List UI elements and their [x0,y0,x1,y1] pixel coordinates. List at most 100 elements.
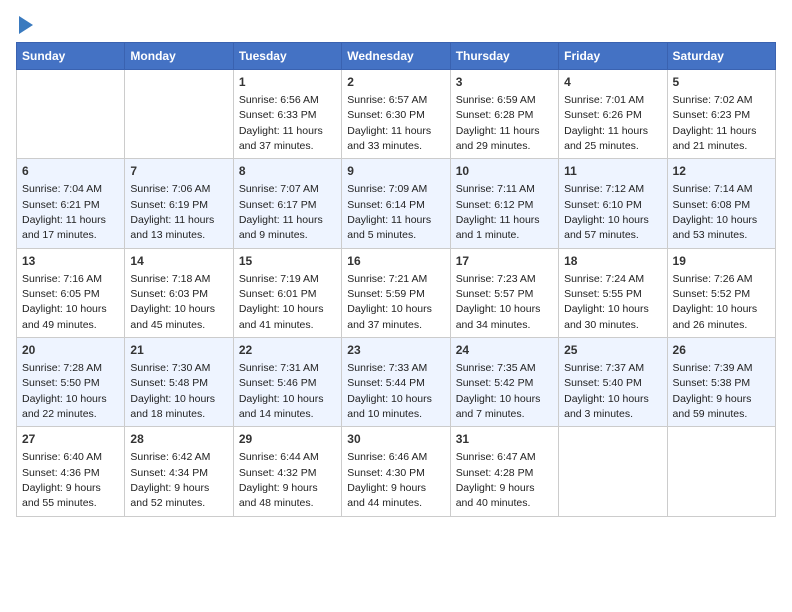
calendar-cell: 20 Sunrise: 7:28 AM Sunset: 5:50 PM Dayli… [17,338,125,427]
calendar-cell: 8Sunrise: 7:07 AM Sunset: 6:17 PM Daylig… [233,159,341,248]
calendar-cell: 6Sunrise: 7:04 AM Sunset: 6:21 PM Daylig… [17,159,125,248]
calendar-cell: 10 Sunrise: 7:11 AM Sunset: 6:12 PM Dayli… [450,159,558,248]
day-details: Sunrise: 7:30 AM Sunset: 5:48 PM Dayligh… [130,362,215,420]
day-details: Sunrise: 7:07 AM Sunset: 6:17 PM Dayligh… [239,183,323,241]
day-number: 16 [347,253,444,270]
calendar-cell: 17 Sunrise: 7:23 AM Sunset: 5:57 PM Dayli… [450,248,558,337]
day-details: Sunrise: 6:42 AM Sunset: 4:34 PM Dayligh… [130,451,210,509]
calendar-table: SundayMondayTuesdayWednesdayThursdayFrid… [16,42,776,517]
day-number: 23 [347,342,444,359]
day-number: 25 [564,342,661,359]
calendar-cell: 26 Sunrise: 7:39 AM Sunset: 5:38 PM Dayli… [667,338,775,427]
day-number: 26 [673,342,770,359]
day-details: Sunrise: 6:57 AM Sunset: 6:30 PM Dayligh… [347,94,431,152]
week-row-3: 13 Sunrise: 7:16 AM Sunset: 6:05 PM Dayli… [17,248,776,337]
calendar-cell: 4 Sunrise: 7:01 AM Sunset: 6:26 PM Daylig… [559,70,667,159]
calendar-cell: 19 Sunrise: 7:26 AM Sunset: 5:52 PM Dayli… [667,248,775,337]
day-number: 13 [22,253,119,270]
day-number: 2 [347,74,444,91]
calendar-cell [559,427,667,516]
day-details: Sunrise: 7:37 AM Sunset: 5:40 PM Dayligh… [564,362,649,420]
day-number: 20 [22,342,119,359]
day-details: Sunrise: 7:23 AM Sunset: 5:57 PM Dayligh… [456,273,541,331]
calendar-cell: 29 Sunrise: 6:44 AM Sunset: 4:32 PM Dayli… [233,427,341,516]
day-details: Sunrise: 7:09 AM Sunset: 6:14 PM Dayligh… [347,183,431,241]
weekday-header-sunday: Sunday [17,43,125,70]
calendar-cell: 27 Sunrise: 6:40 AM Sunset: 4:36 PM Dayli… [17,427,125,516]
calendar-cell: 14Sunrise: 7:18 AM Sunset: 6:03 PM Dayli… [125,248,233,337]
day-details: Sunrise: 7:24 AM Sunset: 5:55 PM Dayligh… [564,273,649,331]
calendar-cell: 22Sunrise: 7:31 AM Sunset: 5:46 PM Dayli… [233,338,341,427]
calendar-cell [17,70,125,159]
weekday-header-tuesday: Tuesday [233,43,341,70]
calendar-cell: 24 Sunrise: 7:35 AM Sunset: 5:42 PM Dayli… [450,338,558,427]
day-number: 15 [239,253,336,270]
weekday-header-wednesday: Wednesday [342,43,450,70]
calendar-cell: 1 Sunrise: 6:56 AM Sunset: 6:33 PM Daylig… [233,70,341,159]
calendar-cell: 15 Sunrise: 7:19 AM Sunset: 6:01 PM Dayli… [233,248,341,337]
day-number: 1 [239,74,336,91]
day-details: Sunrise: 7:31 AM Sunset: 5:46 PM Dayligh… [239,362,324,420]
weekday-header-friday: Friday [559,43,667,70]
calendar-cell: 3Sunrise: 6:59 AM Sunset: 6:28 PM Daylig… [450,70,558,159]
calendar-cell: 13 Sunrise: 7:16 AM Sunset: 6:05 PM Dayli… [17,248,125,337]
day-number: 11 [564,163,661,180]
calendar-cell: 7 Sunrise: 7:06 AM Sunset: 6:19 PM Daylig… [125,159,233,248]
day-number: 29 [239,431,336,448]
day-details: Sunrise: 7:35 AM Sunset: 5:42 PM Dayligh… [456,362,541,420]
day-number: 17 [456,253,553,270]
day-number: 31 [456,431,553,448]
day-details: Sunrise: 6:46 AM Sunset: 4:30 PM Dayligh… [347,451,427,509]
day-number: 3 [456,74,553,91]
day-details: Sunrise: 7:11 AM Sunset: 6:12 PM Dayligh… [456,183,540,241]
day-details: Sunrise: 7:06 AM Sunset: 6:19 PM Dayligh… [130,183,214,241]
day-details: Sunrise: 7:01 AM Sunset: 6:26 PM Dayligh… [564,94,648,152]
calendar-cell [667,427,775,516]
calendar-cell: 12 Sunrise: 7:14 AM Sunset: 6:08 PM Dayli… [667,159,775,248]
day-details: Sunrise: 7:26 AM Sunset: 5:52 PM Dayligh… [673,273,758,331]
day-number: 28 [130,431,227,448]
weekday-header-thursday: Thursday [450,43,558,70]
calendar-cell: 23Sunrise: 7:33 AM Sunset: 5:44 PM Dayli… [342,338,450,427]
weekday-header-saturday: Saturday [667,43,775,70]
day-number: 6 [22,163,119,180]
day-number: 10 [456,163,553,180]
weekday-header-monday: Monday [125,43,233,70]
week-row-5: 27 Sunrise: 6:40 AM Sunset: 4:36 PM Dayli… [17,427,776,516]
calendar-cell: 16 Sunrise: 7:21 AM Sunset: 5:59 PM Dayli… [342,248,450,337]
day-details: Sunrise: 6:47 AM Sunset: 4:28 PM Dayligh… [456,451,536,509]
day-details: Sunrise: 6:44 AM Sunset: 4:32 PM Dayligh… [239,451,319,509]
day-details: Sunrise: 6:40 AM Sunset: 4:36 PM Dayligh… [22,451,102,509]
day-details: Sunrise: 7:19 AM Sunset: 6:01 PM Dayligh… [239,273,324,331]
calendar-cell: 28 Sunrise: 6:42 AM Sunset: 4:34 PM Dayli… [125,427,233,516]
day-details: Sunrise: 7:14 AM Sunset: 6:08 PM Dayligh… [673,183,758,241]
day-details: Sunrise: 6:56 AM Sunset: 6:33 PM Dayligh… [239,94,323,152]
day-details: Sunrise: 7:28 AM Sunset: 5:50 PM Dayligh… [22,362,107,420]
logo [16,16,33,34]
weekday-header-row: SundayMondayTuesdayWednesdayThursdayFrid… [17,43,776,70]
week-row-4: 20 Sunrise: 7:28 AM Sunset: 5:50 PM Dayli… [17,338,776,427]
day-details: Sunrise: 7:16 AM Sunset: 6:05 PM Dayligh… [22,273,107,331]
calendar-cell: 21 Sunrise: 7:30 AM Sunset: 5:48 PM Dayli… [125,338,233,427]
day-number: 30 [347,431,444,448]
day-number: 24 [456,342,553,359]
day-number: 21 [130,342,227,359]
day-number: 19 [673,253,770,270]
day-number: 7 [130,163,227,180]
calendar-cell: 18 Sunrise: 7:24 AM Sunset: 5:55 PM Dayli… [559,248,667,337]
calendar-cell: 11 Sunrise: 7:12 AM Sunset: 6:10 PM Dayli… [559,159,667,248]
day-details: Sunrise: 7:39 AM Sunset: 5:38 PM Dayligh… [673,362,753,420]
calendar-cell: 25 Sunrise: 7:37 AM Sunset: 5:40 PM Dayli… [559,338,667,427]
day-number: 9 [347,163,444,180]
calendar-cell: 31 Sunrise: 6:47 AM Sunset: 4:28 PM Dayli… [450,427,558,516]
day-details: Sunrise: 7:21 AM Sunset: 5:59 PM Dayligh… [347,273,432,331]
day-number: 12 [673,163,770,180]
logo-arrow-icon [19,16,33,34]
day-details: Sunrise: 7:02 AM Sunset: 6:23 PM Dayligh… [673,94,757,152]
day-number: 4 [564,74,661,91]
calendar-cell: 2 Sunrise: 6:57 AM Sunset: 6:30 PM Daylig… [342,70,450,159]
day-number: 14 [130,253,227,270]
day-number: 18 [564,253,661,270]
day-number: 27 [22,431,119,448]
day-details: Sunrise: 7:12 AM Sunset: 6:10 PM Dayligh… [564,183,649,241]
